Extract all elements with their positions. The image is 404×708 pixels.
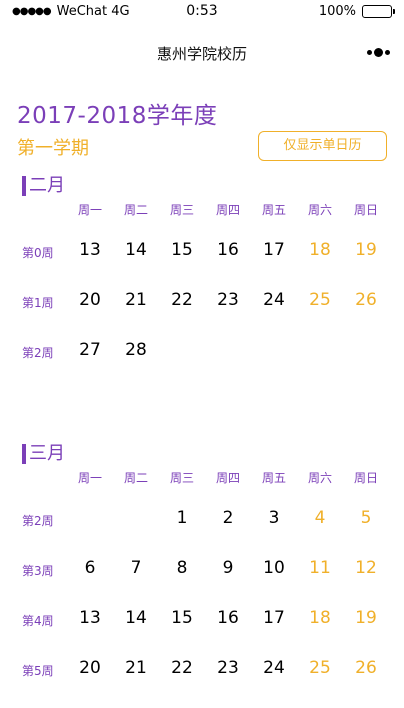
day-cell[interactable]: 8 [159, 558, 205, 578]
day-cell[interactable]: 15 [159, 240, 205, 260]
day-cell[interactable]: 27 [67, 340, 113, 360]
day-cell[interactable]: 22 [159, 658, 205, 678]
week-row: 第5周 20 21 22 23 24 25 26 [0, 654, 404, 684]
status-bar: ●●●●● WeChat 4G 0:53 100% [0, 0, 404, 24]
week-row: 第0周 13 14 15 16 17 18 19 [0, 236, 404, 266]
week-number-label: 第0周 [22, 246, 54, 260]
status-right: 100% [318, 4, 395, 19]
day-cell[interactable]: 22 [159, 290, 205, 310]
day-cell[interactable]: 17 [251, 240, 297, 260]
day-cell[interactable]: 15 [159, 608, 205, 628]
battery-icon [362, 5, 395, 18]
day-cell[interactable]: 20 [67, 658, 113, 678]
month-title: 三月 [22, 444, 65, 464]
week-row: 第1周 20 21 22 23 24 25 26 [0, 286, 404, 316]
day-cell[interactable]: 1 [159, 508, 205, 528]
day-cell[interactable]: 10 [251, 558, 297, 578]
page-title: 惠州学院校历 [156, 45, 247, 63]
weekday-header: 周五 [261, 471, 286, 485]
day-cell[interactable]: 24 [251, 290, 297, 310]
weekday-header: 周日 [353, 203, 378, 217]
day-cell[interactable]: 19 [343, 240, 389, 260]
day-cell[interactable]: 16 [205, 240, 251, 260]
weekday-header: 周五 [261, 203, 286, 217]
week-number-label: 第5周 [22, 664, 54, 678]
weekday-header: 周一 [77, 471, 102, 485]
day-cell[interactable]: 17 [251, 608, 297, 628]
weekday-header: 周日 [353, 471, 378, 485]
day-cell[interactable]: 4 [297, 508, 343, 528]
day-cell[interactable]: 26 [343, 658, 389, 678]
week-row: 第2周 27 28 [0, 336, 404, 366]
day-cell[interactable]: 5 [343, 508, 389, 528]
weekday-header: 周四 [215, 203, 240, 217]
day-cell[interactable]: 23 [205, 658, 251, 678]
day-cell[interactable]: 28 [113, 340, 159, 360]
day-cell[interactable]: 13 [67, 240, 113, 260]
weekday-header: 周六 [307, 471, 332, 485]
week-row: 第4周 13 14 15 16 17 18 19 [0, 604, 404, 634]
day-cell[interactable]: 19 [343, 608, 389, 628]
day-cell[interactable]: 3 [251, 508, 297, 528]
week-number-label: 第3周 [22, 564, 54, 578]
single-calendar-toggle-button[interactable]: 仅显示单日历 [258, 131, 387, 161]
day-cell[interactable]: 23 [205, 290, 251, 310]
semester-title: 第一学期 [17, 138, 89, 159]
day-cell[interactable]: 26 [343, 290, 389, 310]
week-row: 第2周 1 2 3 4 5 [0, 504, 404, 534]
weekday-header: 周二 [123, 203, 148, 217]
day-cell[interactable]: 9 [205, 558, 251, 578]
day-cell[interactable]: 18 [297, 608, 343, 628]
weekday-header: 周一 [77, 203, 102, 217]
week-row: 第3周 6 7 8 9 10 11 12 [0, 554, 404, 584]
day-cell[interactable]: 14 [113, 608, 159, 628]
month-title: 二月 [22, 176, 65, 196]
day-cell[interactable]: 16 [205, 608, 251, 628]
weekday-header: 周三 [169, 203, 194, 217]
day-cell[interactable]: 6 [67, 558, 113, 578]
weekday-header: 周六 [307, 203, 332, 217]
weekday-header: 周二 [123, 471, 148, 485]
day-cell[interactable]: 25 [297, 658, 343, 678]
more-icon[interactable] [367, 48, 390, 57]
battery-percent: 100% [318, 4, 356, 19]
week-number-label: 第1周 [22, 296, 54, 310]
weekday-header: 周三 [169, 471, 194, 485]
week-number-label: 第2周 [22, 514, 54, 528]
day-cell[interactable]: 7 [113, 558, 159, 578]
day-cell[interactable]: 25 [297, 290, 343, 310]
day-cell[interactable]: 20 [67, 290, 113, 310]
day-cell[interactable]: 13 [67, 608, 113, 628]
day-cell[interactable]: 21 [113, 290, 159, 310]
day-cell[interactable]: 21 [113, 658, 159, 678]
nav-bar: 惠州学院校历 [0, 24, 404, 80]
weekday-header: 周四 [215, 471, 240, 485]
day-cell[interactable]: 14 [113, 240, 159, 260]
day-cell[interactable]: 18 [297, 240, 343, 260]
day-cell[interactable]: 24 [251, 658, 297, 678]
day-cell[interactable]: 12 [343, 558, 389, 578]
day-cell[interactable]: 2 [205, 508, 251, 528]
academic-year-title: 2017-2018学年度 [17, 103, 218, 129]
week-number-label: 第4周 [22, 614, 54, 628]
day-cell[interactable]: 11 [297, 558, 343, 578]
week-number-label: 第2周 [22, 346, 54, 360]
